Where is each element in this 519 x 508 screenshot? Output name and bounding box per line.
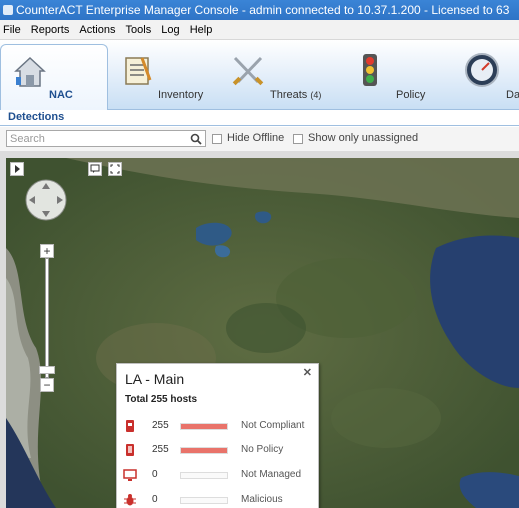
traffic-light-icon: [363, 54, 377, 86]
detections-header: Detections: [0, 110, 519, 126]
menu-bar: File Reports Actions Tools Log Help: [0, 20, 519, 40]
zoom-in-button[interactable]: +: [40, 244, 54, 258]
zoom-in-icon: +: [43, 244, 51, 258]
count: 255: [152, 444, 169, 455]
house-icon: [14, 56, 46, 87]
tab-dashboard-label: Da: [506, 89, 519, 101]
threats-count-badge: (4): [310, 90, 322, 100]
zoom-out-button[interactable]: −: [40, 378, 54, 392]
window-title: CounterACT Enterprise Manager Console - …: [16, 3, 510, 17]
status-label: Not Compliant: [241, 420, 305, 431]
search-input[interactable]: [6, 130, 206, 147]
menu-tools[interactable]: Tools: [126, 24, 152, 36]
pan-control[interactable]: [24, 178, 68, 222]
crossed-swords-icon: [232, 56, 264, 86]
show-unassigned-label: Show only unassigned: [308, 132, 419, 144]
site-total-hosts: Total 255 hosts: [125, 394, 198, 405]
menu-file[interactable]: File: [3, 24, 21, 36]
hide-offline-label: Hide Offline: [227, 132, 285, 144]
comment-icon: [90, 164, 100, 173]
menu-log[interactable]: Log: [161, 24, 179, 36]
zoom-slider-handle[interactable]: [39, 366, 55, 374]
detections-title: Detections: [8, 111, 65, 123]
tab-nac[interactable]: NAC: [0, 44, 108, 110]
status-row-no-policy[interactable]: 255 No Policy: [117, 442, 320, 460]
status-bar: [180, 447, 228, 454]
search-toolbar: Hide Offline Show only unassigned: [0, 127, 519, 151]
map-comment-button[interactable]: [88, 162, 102, 176]
tab-nac-label: NAC: [49, 89, 73, 101]
tab-inventory-label: Inventory: [158, 89, 204, 101]
tab-policy-label: Policy: [396, 89, 426, 101]
menu-actions[interactable]: Actions: [79, 24, 115, 36]
tab-threats-text: Threats (4): [270, 89, 321, 101]
bug-icon: [124, 494, 136, 506]
status-row-malicious[interactable]: 0 Malicious: [117, 492, 320, 508]
map-panel: + − LA - Main ✕ Total 255 hosts 255 Not …: [0, 151, 519, 508]
tab-inventory[interactable]: Inventory: [112, 44, 220, 110]
search-icon[interactable]: [190, 133, 202, 145]
tab-policy[interactable]: Policy: [338, 44, 446, 110]
menu-reports[interactable]: Reports: [31, 24, 70, 36]
tab-dashboard[interactable]: Da: [450, 44, 519, 110]
status-label: Malicious: [241, 494, 283, 505]
tab-threats-label: Threats: [270, 89, 308, 101]
count: 255: [152, 420, 169, 431]
hide-offline-checkbox[interactable]: [212, 134, 222, 144]
site-info-popup: LA - Main ✕ Total 255 hosts 255 Not Comp…: [116, 363, 319, 508]
map-fullscreen-button[interactable]: [108, 162, 122, 176]
site-name: LA - Main: [125, 371, 185, 387]
count: 0: [152, 469, 158, 480]
app-icon: [3, 5, 13, 15]
satellite-map[interactable]: + − LA - Main ✕ Total 255 hosts 255 Not …: [6, 158, 519, 508]
tab-threats[interactable]: Threats (4): [224, 44, 334, 110]
map-play-button[interactable]: [10, 162, 24, 176]
status-bar: [180, 497, 228, 504]
fullscreen-icon: [110, 164, 120, 174]
broken-device-icon: [126, 420, 134, 432]
gauge-icon: [465, 53, 499, 87]
monitor-icon: [123, 469, 137, 481]
status-bar: [180, 423, 228, 430]
status-bar: [180, 472, 228, 479]
count: 0: [152, 494, 158, 505]
status-row-not-compliant[interactable]: 255 Not Compliant: [117, 418, 320, 436]
menu-help[interactable]: Help: [190, 24, 213, 36]
status-row-not-managed[interactable]: 0 Not Managed: [117, 467, 320, 485]
status-label: No Policy: [241, 444, 284, 455]
close-icon[interactable]: ✕: [303, 366, 312, 379]
play-icon: [15, 165, 20, 173]
status-label: Not Managed: [241, 469, 302, 480]
window-title-bar: CounterACT Enterprise Manager Console - …: [0, 0, 519, 20]
zoom-out-icon: −: [43, 378, 51, 392]
show-unassigned-checkbox[interactable]: [293, 134, 303, 144]
header-divider: [0, 125, 519, 126]
status-bar-fill: [181, 448, 227, 453]
main-tab-bar: NAC Inventory Threats (4) Policy Da: [0, 40, 519, 110]
status-bar-fill: [181, 424, 227, 429]
clipboard-icon: [125, 57, 152, 85]
zoom-slider-track[interactable]: [45, 258, 49, 378]
device-icon: [126, 444, 134, 456]
